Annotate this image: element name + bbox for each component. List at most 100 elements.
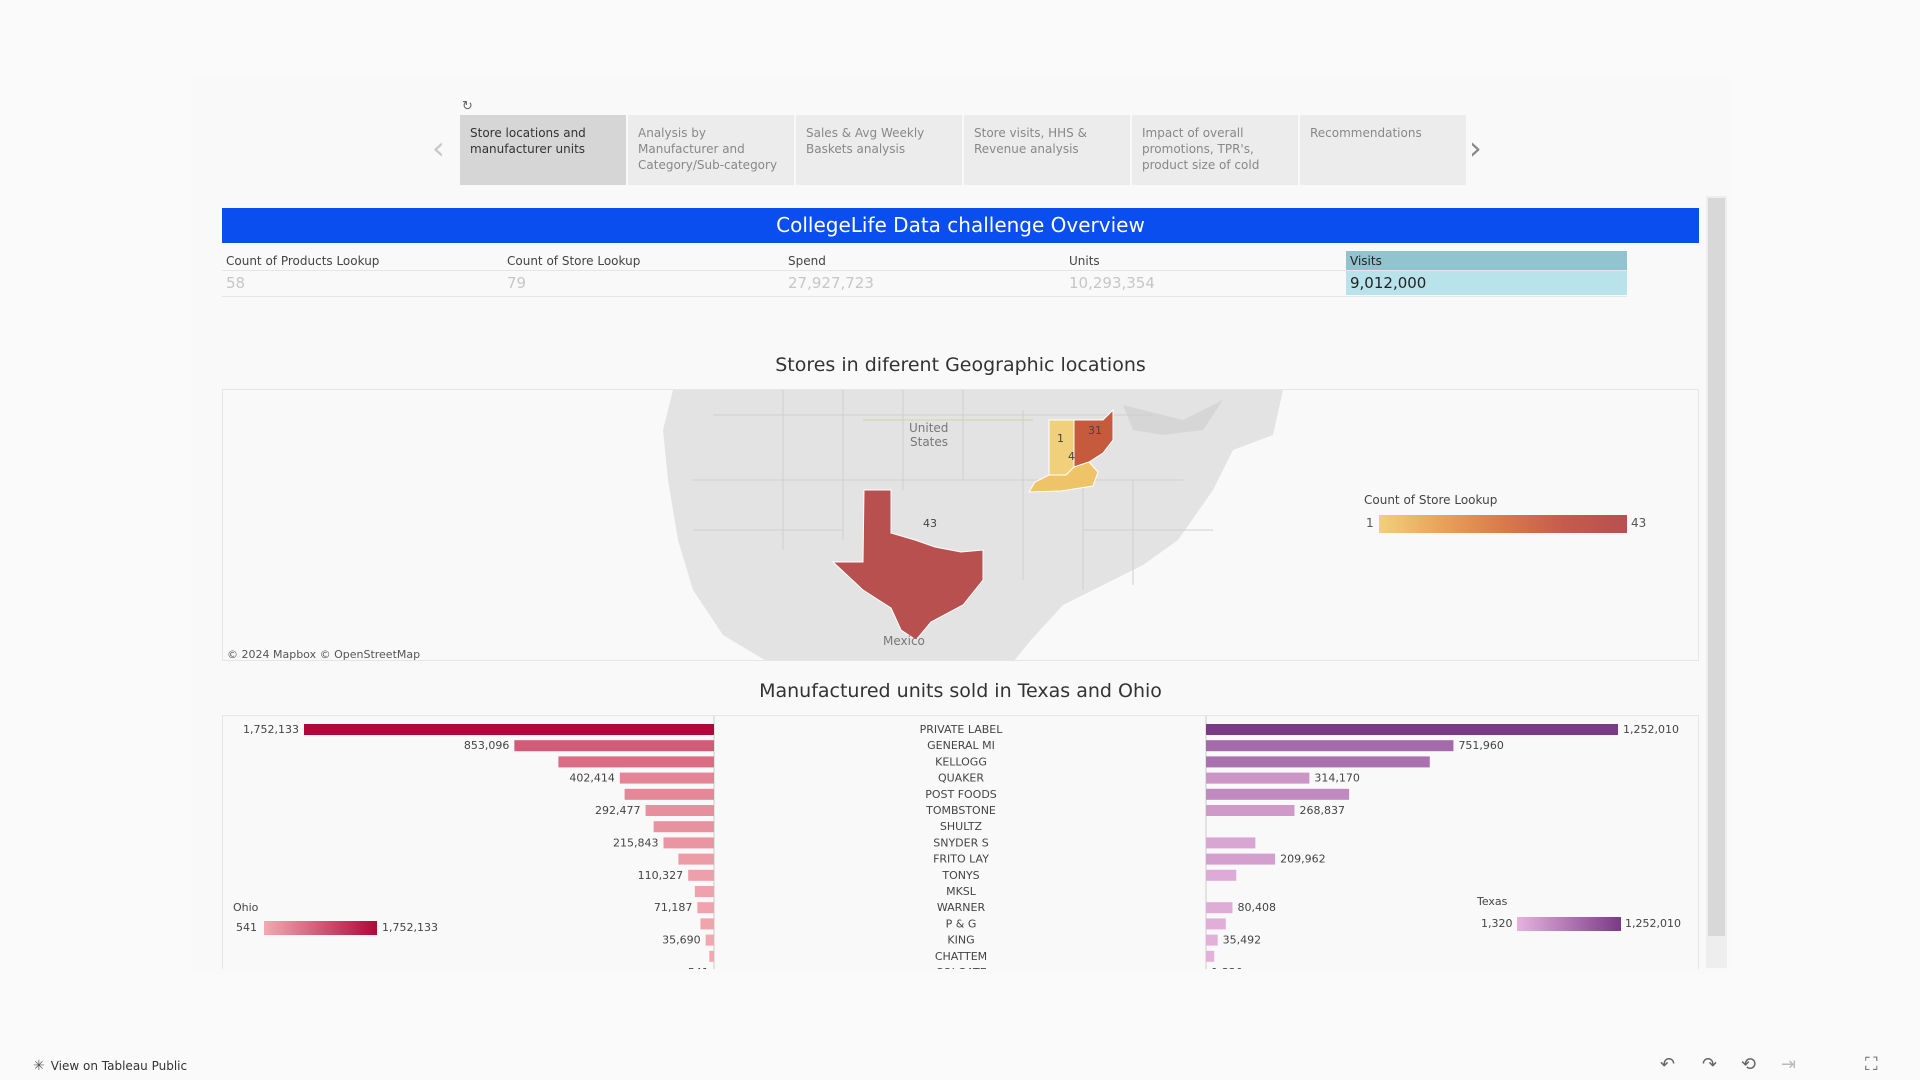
view-on-tableau-link[interactable]: ✳ View on Tableau Public bbox=[33, 1058, 187, 1074]
bars-title: Manufactured units sold in Texas and Ohi… bbox=[759, 680, 1162, 702]
bar-label-ohio: 71,187 bbox=[654, 901, 693, 914]
label-kentucky: 4 bbox=[1068, 450, 1075, 463]
bar-texas[interactable] bbox=[1206, 934, 1218, 946]
category-label: MKSL bbox=[946, 885, 977, 898]
bar-ohio[interactable] bbox=[688, 869, 714, 881]
fullscreen-icon[interactable]: ⛶ bbox=[1865, 1054, 1878, 1075]
category-label: FRITO LAY bbox=[933, 853, 989, 866]
bars-svg: 1,752,133 PRIVATE LABEL 1,252,010 853,096 GE… bbox=[233, 716, 1681, 969]
story-tab-3[interactable]: Sales & Avg Weekly Baskets analysis bbox=[796, 115, 962, 185]
legend-ohio-title: Ohio bbox=[233, 901, 259, 914]
label-united: United bbox=[909, 421, 948, 435]
redo-icon[interactable]: ↷ bbox=[1702, 1054, 1717, 1075]
scrollbar-thumb[interactable] bbox=[1708, 198, 1725, 936]
kpi-label: Visits bbox=[1346, 251, 1627, 271]
bar-label-ohio: 853,096 bbox=[464, 739, 510, 752]
bar-ohio[interactable] bbox=[694, 886, 714, 897]
bar-label-ohio: 541 bbox=[688, 966, 709, 969]
category-label: GENERAL MI bbox=[927, 739, 995, 752]
category-label: TOMBSTONE bbox=[925, 804, 996, 817]
category-label: QUAKER bbox=[938, 772, 984, 785]
legend-ohio-max: 1,752,133 bbox=[382, 921, 438, 934]
bar-ohio[interactable] bbox=[709, 950, 714, 962]
kpi-tile[interactable]: Units 10,293,354 bbox=[1065, 251, 1346, 297]
map-legend-gradient bbox=[1379, 515, 1627, 533]
map-attribution: © 2024 Mapbox © OpenStreetMap bbox=[227, 648, 421, 661]
label-mexico: Mexico bbox=[883, 634, 925, 648]
bar-ohio[interactable] bbox=[514, 740, 714, 752]
kpi-tile[interactable]: Spend 27,927,723 bbox=[784, 251, 1065, 297]
story-tab-6[interactable]: Recommendations bbox=[1300, 115, 1466, 185]
kpi-label: Spend bbox=[784, 251, 1065, 271]
kpi-value: 79 bbox=[507, 274, 527, 292]
category-label: P & G bbox=[946, 917, 977, 930]
bar-label-texas: 35,492 bbox=[1223, 934, 1262, 947]
chevron-right-icon[interactable]: › bbox=[1469, 132, 1482, 164]
legend-ohio-min: 541 bbox=[236, 921, 257, 934]
map-state-indiana[interactable] bbox=[1048, 419, 1075, 476]
bar-ohio[interactable] bbox=[705, 934, 714, 946]
story-tab-5[interactable]: Impact of overall promotions, TPR's, pro… bbox=[1132, 115, 1298, 185]
bar-texas[interactable] bbox=[1206, 950, 1215, 962]
bar-texas[interactable] bbox=[1206, 740, 1454, 752]
bar-ohio[interactable] bbox=[678, 853, 714, 865]
bar-texas[interactable] bbox=[1206, 772, 1310, 784]
bar-label-texas: 80,408 bbox=[1237, 901, 1276, 914]
bar-label-ohio: 215,843 bbox=[613, 836, 659, 849]
bar-texas[interactable] bbox=[1206, 918, 1226, 930]
share-icon[interactable]: ⇥ bbox=[1781, 1054, 1796, 1075]
kpi-label: Count of Products Lookup bbox=[222, 251, 503, 271]
category-label: COLGATE bbox=[935, 966, 986, 969]
category-label: SHULTZ bbox=[940, 820, 983, 833]
bar-ohio[interactable] bbox=[558, 756, 714, 768]
map-title: Stores in diferent Geographic locations bbox=[775, 354, 1146, 376]
label-ohio: 31 bbox=[1088, 424, 1102, 437]
label-states: States bbox=[910, 435, 948, 449]
category-label: PRIVATE LABEL bbox=[920, 723, 1004, 736]
bar-texas[interactable] bbox=[1206, 756, 1430, 768]
bar-label-texas: 1,320 bbox=[1211, 966, 1243, 969]
bar-label-texas: 209,962 bbox=[1280, 853, 1326, 866]
bar-ohio[interactable] bbox=[645, 805, 714, 816]
bar-ohio[interactable] bbox=[663, 837, 714, 849]
bar-ohio[interactable] bbox=[619, 772, 714, 784]
legend-texas-min: 1,320 bbox=[1481, 917, 1513, 930]
story-tab-1[interactable]: Store locations and manufacturer units bbox=[460, 115, 626, 185]
category-label: TONYS bbox=[941, 869, 979, 882]
bar-texas[interactable] bbox=[1206, 805, 1295, 816]
kpi-value: 58 bbox=[226, 274, 246, 292]
bar-ohio[interactable] bbox=[697, 902, 714, 914]
legend-texas-gradient bbox=[1517, 917, 1621, 931]
legend-texas-max: 1,252,010 bbox=[1625, 917, 1681, 930]
story-tab-2[interactable]: Analysis by Manufacturer and Category/Su… bbox=[628, 115, 794, 185]
manufacturer-bar-chart[interactable]: 1,752,133 PRIVATE LABEL 1,252,010 853,096 GE… bbox=[222, 715, 1699, 969]
bar-label-texas: 751,960 bbox=[1458, 739, 1504, 752]
bar-label-ohio: 1,752,133 bbox=[243, 723, 299, 736]
bar-ohio[interactable] bbox=[624, 788, 714, 800]
chevron-left-icon[interactable]: ‹ bbox=[432, 132, 445, 164]
bar-texas[interactable] bbox=[1206, 869, 1237, 881]
map-legend-min: 1 bbox=[1366, 516, 1374, 530]
map-legend-max: 43 bbox=[1631, 516, 1647, 530]
kpi-label: Units bbox=[1065, 251, 1346, 271]
bar-texas[interactable] bbox=[1206, 902, 1233, 914]
bar-texas[interactable] bbox=[1206, 724, 1618, 735]
legend-ohio-gradient bbox=[264, 921, 377, 935]
kpi-tile[interactable]: Count of Products Lookup 58 bbox=[222, 251, 503, 297]
category-label: POST FOODS bbox=[925, 788, 997, 801]
bar-texas[interactable] bbox=[1206, 853, 1276, 865]
story-tab-4[interactable]: Store visits, HHS & Revenue analysis bbox=[964, 115, 1130, 185]
bar-label-texas: 268,837 bbox=[1299, 804, 1345, 817]
kpi-tile[interactable]: Count of Store Lookup 79 bbox=[503, 251, 784, 297]
undo-icon[interactable]: ↶ bbox=[1660, 1054, 1675, 1075]
bar-label-ohio: 35,690 bbox=[662, 934, 701, 947]
bar-texas[interactable] bbox=[1206, 837, 1256, 849]
bar-ohio[interactable] bbox=[304, 724, 714, 735]
revert-icon[interactable]: ⟲ bbox=[1741, 1054, 1756, 1075]
kpi-tile[interactable]: Visits 9,012,000 bbox=[1346, 251, 1627, 297]
bar-texas[interactable] bbox=[1206, 788, 1350, 800]
bar-ohio[interactable] bbox=[653, 821, 714, 833]
refresh-icon[interactable]: ↻ bbox=[462, 99, 473, 114]
bar-ohio[interactable] bbox=[700, 918, 714, 930]
category-label: CHATTEM bbox=[935, 950, 987, 963]
